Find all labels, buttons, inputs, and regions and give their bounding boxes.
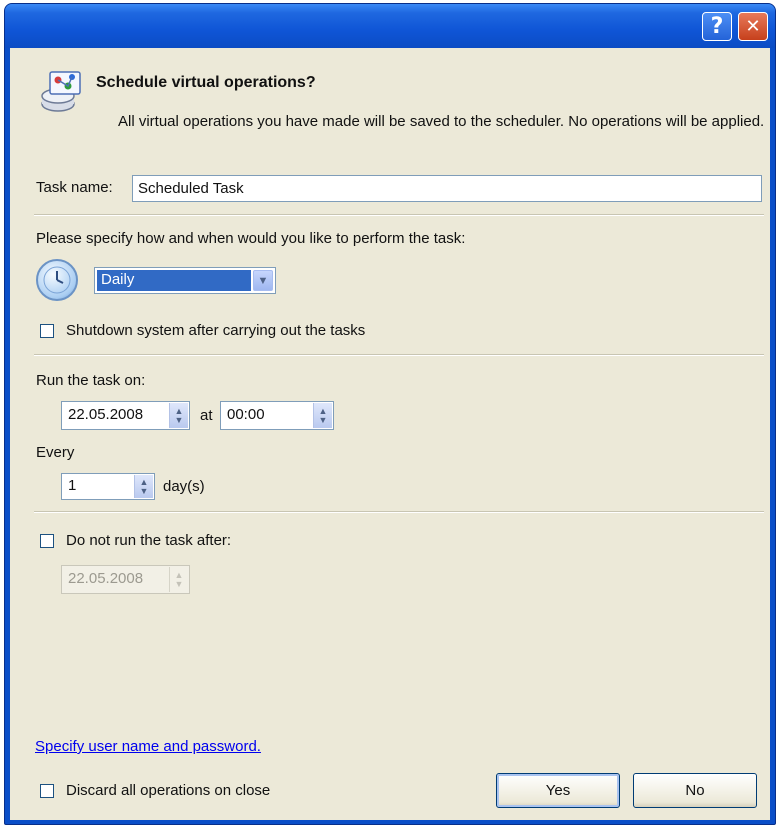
chevron-down-icon[interactable]: ▼	[253, 270, 273, 291]
run-date-field[interactable]: 22.05.2008 ▲ ▼	[61, 401, 190, 430]
end-date-checkbox[interactable]	[40, 534, 54, 548]
every-label: Every	[36, 444, 75, 461]
at-label: at	[200, 407, 213, 424]
help-button[interactable]: ?	[702, 12, 732, 41]
every-spinner[interactable]: ▲ ▼	[134, 475, 153, 498]
spin-down-icon[interactable]: ▼	[175, 415, 184, 425]
credentials-link[interactable]: Specify user name and password.	[35, 738, 261, 755]
spin-down-icon[interactable]: ▼	[175, 579, 184, 589]
every-field[interactable]: 1 ▲ ▼	[61, 473, 155, 500]
end-date-value: 22.05.2008	[68, 570, 144, 587]
discard-checkbox[interactable]	[40, 784, 54, 798]
run-time-field[interactable]: 00:00 ▲ ▼	[220, 401, 334, 430]
task-name-label: Task name:	[36, 179, 113, 196]
shutdown-label: Shutdown system after carrying out the t…	[66, 322, 366, 339]
dialog-window: ? ✕ Schedule virtual operations? All vir…	[4, 3, 776, 825]
help-icon: ?	[710, 14, 724, 39]
frequency-dropdown[interactable]: Daily ▼	[94, 267, 276, 294]
discard-label: Discard all operations on close	[66, 782, 271, 799]
frequency-selected: Daily	[97, 270, 251, 291]
run-date-value: 22.05.2008	[68, 406, 144, 423]
divider	[34, 354, 764, 356]
title-bar[interactable]: ? ✕	[5, 4, 775, 48]
divider	[34, 511, 764, 513]
every-unit-label: day(s)	[163, 478, 205, 495]
schedule-prompt: Please specify how and when would you li…	[36, 230, 466, 247]
close-button[interactable]: ✕	[738, 12, 768, 41]
run-label: Run the task on:	[36, 372, 146, 389]
divider	[34, 214, 764, 216]
operations-icon	[41, 71, 81, 112]
spin-down-icon[interactable]: ▼	[140, 486, 149, 496]
clock-icon	[36, 259, 78, 301]
dialog-title: Schedule virtual operations?	[96, 74, 316, 91]
end-date-field[interactable]: 22.05.2008 ▲ ▼	[61, 565, 190, 594]
close-icon: ✕	[745, 16, 761, 37]
shutdown-checkbox[interactable]	[40, 324, 54, 338]
task-name-input[interactable]	[132, 175, 762, 202]
dialog-description: All virtual operations you have made wil…	[118, 113, 765, 130]
time-spinner[interactable]: ▲ ▼	[313, 403, 332, 428]
no-button[interactable]: No	[633, 773, 757, 808]
yes-button[interactable]: Yes	[496, 773, 620, 808]
every-value: 1	[68, 477, 77, 494]
dialog-body: Schedule virtual operations? All virtual…	[10, 48, 770, 820]
end-date-label: Do not run the task after:	[66, 532, 232, 549]
run-time-value: 00:00	[227, 406, 265, 423]
spin-down-icon[interactable]: ▼	[319, 415, 328, 425]
end-date-spinner[interactable]: ▲ ▼	[169, 567, 188, 592]
date-spinner[interactable]: ▲ ▼	[169, 403, 188, 428]
